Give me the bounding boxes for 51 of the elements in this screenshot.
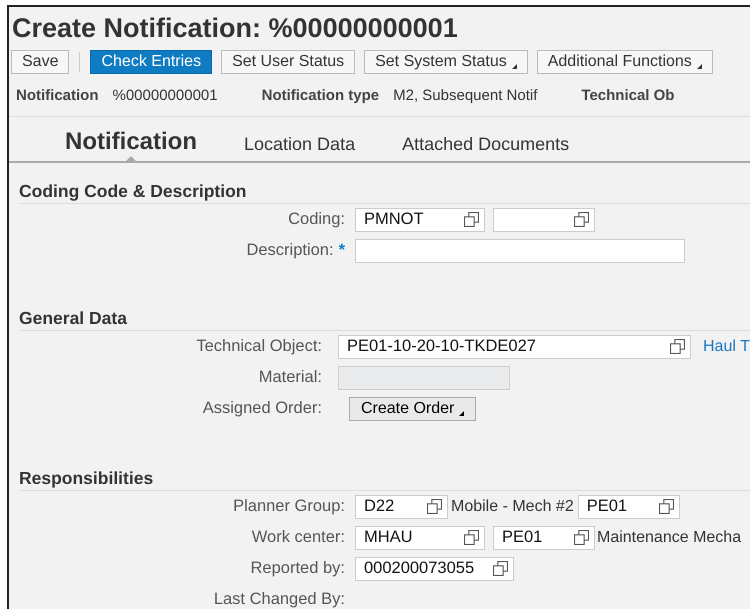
field-label: Technical Object:: [196, 337, 322, 356]
value-help-icon[interactable]: [427, 499, 442, 514]
value-help-icon[interactable]: [658, 499, 674, 514]
toolbar-button[interactable]: Set User Status: [221, 50, 356, 74]
input-field[interactable]: D22: [355, 494, 448, 518]
description-text: Mobile - Mech #2: [451, 496, 574, 516]
window-title: Create Notification: %00000000001: [11, 12, 459, 45]
header-label: Notification type: [262, 86, 380, 106]
input-field[interactable]: PE01: [493, 526, 595, 550]
value-help-icon[interactable]: [464, 212, 479, 227]
menu-button[interactable]: Create Order: [349, 396, 476, 420]
value-help-icon[interactable]: [464, 530, 479, 545]
header-value: M2, Subsequent Notif: [393, 86, 538, 106]
field-label: Reported by:: [250, 559, 345, 578]
value-help-icon[interactable]: [670, 339, 685, 354]
dropdown-icon: [512, 64, 517, 69]
required-mark: *: [338, 241, 345, 260]
toolbar-button[interactable]: Set System Status: [364, 50, 528, 74]
description-text: Maintenance Mecha: [597, 528, 742, 548]
toolbar-button[interactable]: Check Entries: [90, 50, 212, 74]
field-label: Planner Group:: [233, 497, 345, 516]
field-label: Coding:: [288, 210, 345, 228]
input-field[interactable]: [355, 238, 685, 262]
dropdown-icon: [696, 64, 702, 69]
value-help-icon[interactable]: [574, 212, 589, 227]
section-title: General Data: [19, 266, 750, 331]
section-title: Coding Code & Description: [19, 163, 750, 204]
tab[interactable]: Location Data: [244, 134, 356, 161]
header-label: Notification: [16, 86, 98, 106]
input-field[interactable]: [493, 208, 595, 232]
header-label: Technical Ob: [581, 86, 674, 106]
field-label: Assigned Order:: [202, 399, 322, 418]
tab[interactable]: Notification: [65, 129, 197, 161]
field-label: Work center:: [252, 528, 345, 546]
input-field[interactable]: PE01: [578, 494, 680, 518]
toolbar-button[interactable]: Additional Functions: [536, 50, 713, 74]
header-value: %00000000001: [112, 86, 218, 106]
dropdown-icon: [459, 410, 464, 416]
input-field[interactable]: MHAU: [355, 526, 485, 550]
input-field[interactable]: PE01-10-20-10-TKDE027: [338, 334, 691, 358]
input-field[interactable]: PMNOT: [355, 208, 485, 232]
field-label: Last Changed By:: [214, 590, 345, 608]
section-title: Responsibilities: [19, 424, 750, 491]
field-label: Description:: [246, 241, 334, 260]
toolbar-button[interactable]: Save: [11, 50, 70, 74]
value-help-icon[interactable]: [574, 530, 589, 545]
object-link[interactable]: Haul T: [703, 334, 750, 358]
tab[interactable]: Attached Documents: [402, 134, 570, 161]
input-field[interactable]: 000200073055: [355, 556, 514, 580]
value-help-icon[interactable]: [493, 561, 508, 576]
field-label: Material:: [258, 368, 322, 386]
